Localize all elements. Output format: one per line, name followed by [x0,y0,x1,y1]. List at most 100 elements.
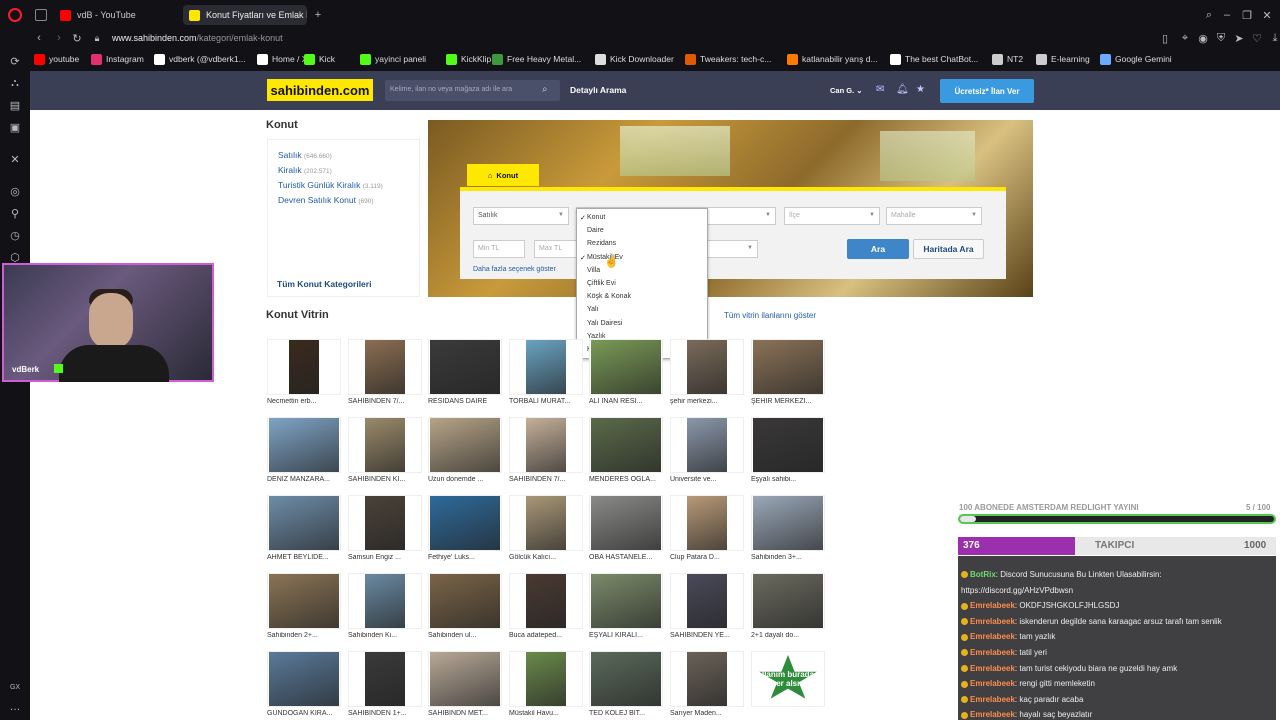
listing-title[interactable]: Üniversite ve... [670,476,744,483]
bookmark-item[interactable]: Kick [304,52,335,66]
pinboard-icon[interactable]: ⚲ [8,206,22,220]
listing-thumbnail[interactable] [348,651,422,707]
more-icon[interactable]: … [8,700,22,714]
map-search-button[interactable]: Haritada Ara [913,239,984,259]
listing-title[interactable]: TORBALI MURAT... [509,398,583,405]
refresh-icon[interactable]: ⟳ [8,54,22,68]
listing-title[interactable]: GÜNDOĞAN KİRA... [267,710,341,717]
listing-thumbnail[interactable] [509,417,583,473]
listing-thumbnail[interactable] [670,651,744,707]
camera-icon[interactable]: ◉ [1196,31,1210,45]
listing-thumbnail[interactable] [589,417,663,473]
listing-card[interactable]: SAHİBİNDEN 7/... [348,339,422,409]
listing-card[interactable]: Samsun Engiz ... [348,495,422,565]
extensions-icon[interactable]: ⬡ [8,250,22,264]
listing-card[interactable]: Uzun donemde ... [428,417,502,487]
listing-thumbnail[interactable] [509,339,583,395]
x-icon[interactable]: ✕ [8,152,22,166]
listing-title[interactable]: şehir merkezi... [670,398,744,405]
listing-card[interactable]: Buca adateped... [509,573,583,643]
detailed-search-link[interactable]: Detaylı Arama [570,85,626,95]
listing-title[interactable]: Necmettin erb... [267,398,341,405]
listing-thumbnail[interactable] [348,417,422,473]
listing-card[interactable]: ŞEHİR MERKEZİ... [751,339,825,409]
listing-thumbnail[interactable] [428,573,502,629]
listing-card[interactable]: Üniversite ve... [670,417,744,487]
dropdown-option[interactable]: Çiftlik Evi [587,280,616,287]
listing-title[interactable]: Sahibinden Ki... [348,632,422,639]
vitrin-show-all-link[interactable]: Tüm vitrin ilanlarını göster [724,311,816,320]
min-price-input[interactable]: Min TL [473,240,525,258]
listing-thumbnail[interactable] [267,651,341,707]
ad-here-badge[interactable]: İlanım burada yer alsın [759,655,817,699]
site-search-input[interactable]: Kelime, ilan no veya mağaza adı ile ara [385,80,560,101]
bookmark-item[interactable]: vdberk (@vdberk1... [154,52,246,66]
mail-icon[interactable]: ✉ [876,84,888,96]
dropdown-option[interactable]: Yalı [587,306,599,313]
shield-icon[interactable]: ⛨ [1214,31,1228,45]
minimize-icon[interactable]: – [1220,8,1234,22]
listing-card[interactable]: SAHİBİNDEN 1+... [348,651,422,720]
listing-card[interactable]: 2+1 dayalı do... [751,573,825,643]
search-button[interactable]: Ara [847,239,909,259]
category-devren[interactable]: Devren Satılık Konut (690) [278,195,374,205]
url-field[interactable]: www.sahibinden.com/kategori/emlak-konut [112,33,283,43]
listing-title[interactable]: OBA HASTANELE... [589,554,663,561]
listing-thumbnail[interactable] [751,495,825,551]
pin-icon[interactable]: ⌖ [1178,31,1192,45]
listing-card[interactable]: OBA HASTANELE... [589,495,663,565]
listing-thumbnail[interactable] [348,495,422,551]
dropdown-option[interactable]: Köşk & Konak [587,293,631,300]
bookmark-item[interactable]: Tweakers: tech-c... [685,52,771,66]
listing-card[interactable]: Eşyalı sahibi... [751,417,825,487]
listing-title[interactable]: SAHİBİNDEN 7/... [348,398,422,405]
bookmark-item[interactable]: yayinci paneli [360,52,426,66]
listing-card[interactable]: Sarıyer Maden... [670,651,744,720]
listing-thumbnail[interactable] [509,573,583,629]
listing-title[interactable]: MENDERES OĞLA... [589,476,663,483]
history-icon[interactable]: ◷ [8,228,22,242]
site-logo[interactable]: sahibinden.com [267,79,373,101]
listing-card[interactable]: AHMET BEYLİDE... [267,495,341,565]
listing-thumbnail[interactable] [267,573,341,629]
listing-thumbnail[interactable] [751,417,825,473]
listing-title[interactable]: Uzun donemde ... [428,476,502,483]
bookmark-item[interactable]: Free Heavy Metal... [492,52,581,66]
listing-card[interactable]: Necmettin erb... [267,339,341,409]
bookmark-item[interactable]: E-learning [1036,52,1090,66]
listing-title[interactable]: Müstakil Havu... [509,710,583,717]
listing-thumbnail[interactable] [348,573,422,629]
new-tab-button[interactable]: + [311,8,325,22]
listing-title[interactable]: Buca adateped... [509,632,583,639]
listing-card[interactable]: DENİZ MANZARA... [267,417,341,487]
listing-thumbnail[interactable]: İlanım burada yer alsın [751,651,825,707]
listing-card[interactable]: SAHİBİNDEN YE... [670,573,744,643]
back-icon[interactable]: ‹ [32,31,46,45]
bookmark-item[interactable]: Kick Downloader [595,52,674,66]
listing-thumbnail[interactable] [589,339,663,395]
listing-card[interactable]: Clup Patara D... [670,495,744,565]
bell-icon[interactable]: 🔔︎ [896,84,909,96]
listing-card[interactable]: MENDERES OĞLA... [589,417,663,487]
post-ad-button[interactable]: Ücretsiz* İlan Ver [940,79,1034,103]
dropdown-option[interactable]: Rezidans [587,240,616,247]
listing-thumbnail[interactable] [267,339,341,395]
listing-card[interactable]: EŞYALI KİRALI... [589,573,663,643]
bookmark-item[interactable]: The best ChatBot... [890,52,978,66]
district-select[interactable]: İlçe ▼ [784,207,880,225]
listing-title[interactable]: ALİ İNAN RESİ... [589,398,663,405]
listing-card[interactable]: Müstakil Havu... [509,651,583,720]
forward-icon[interactable]: › [52,31,66,45]
messenger-icon[interactable]: ▣ [8,120,22,134]
bookmark-item[interactable]: NT2 [992,52,1023,66]
listing-thumbnail[interactable] [509,495,583,551]
listing-card[interactable]: İlanım burada yer alsın [751,651,825,720]
listing-thumbnail[interactable] [589,651,663,707]
listing-thumbnail[interactable] [589,573,663,629]
listing-card[interactable]: Sahibinden 2+... [267,573,341,643]
opera-logo-icon[interactable] [8,8,22,22]
listing-title[interactable]: RESİDANS DAİRE [428,398,502,405]
dropdown-option[interactable]: Villa [587,267,600,274]
listing-card[interactable]: TED KOLEJ BİT... [589,651,663,720]
listing-card[interactable]: Fethiye' Luks... [428,495,502,565]
